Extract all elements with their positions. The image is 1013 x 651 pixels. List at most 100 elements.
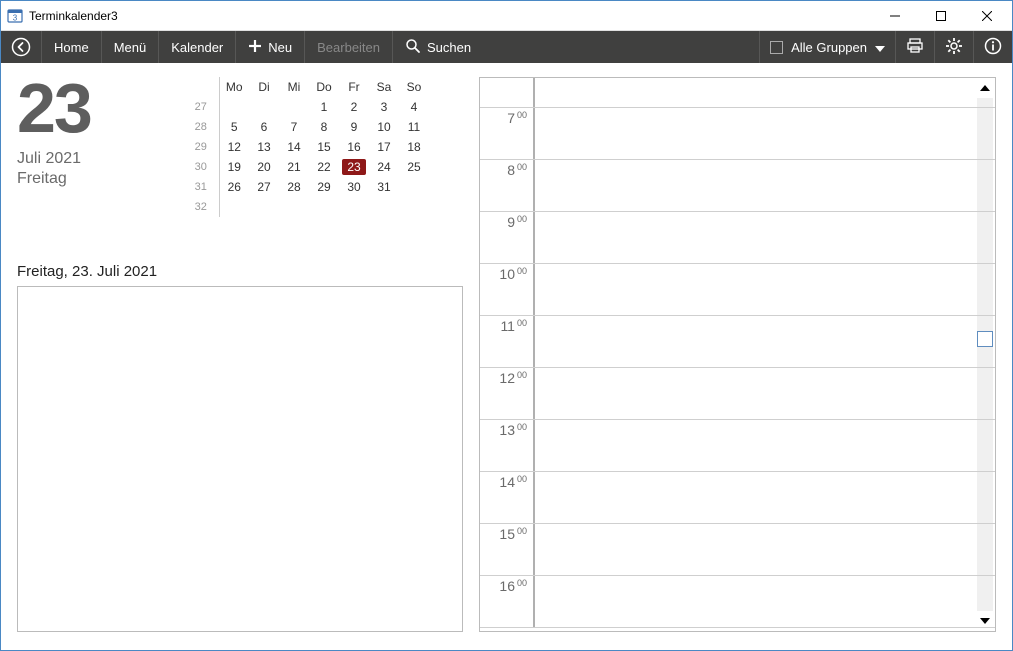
time-row[interactable]: 1200 <box>480 368 995 420</box>
home-button[interactable]: Home <box>42 31 102 63</box>
mini-cal-day[interactable]: 30 <box>339 177 369 197</box>
info-icon <box>984 37 1002 58</box>
mini-cal-day[interactable]: 16 <box>339 137 369 157</box>
print-button[interactable] <box>895 31 934 63</box>
mini-cal-day[interactable]: 6 <box>249 117 279 137</box>
mini-cal-week-number: 28 <box>189 117 219 137</box>
mini-cal-dow: Fr <box>339 77 369 97</box>
time-gutter: 1500 <box>480 524 535 575</box>
mini-cal-day[interactable]: 24 <box>369 157 399 177</box>
big-day-number: 23 <box>17 77 177 140</box>
settings-button[interactable] <box>934 31 973 63</box>
mini-cal-day[interactable]: 11 <box>399 117 429 137</box>
mini-cal-day[interactable]: 27 <box>249 177 279 197</box>
time-gutter: 1400 <box>480 472 535 523</box>
day-timeline[interactable]: 7008009001000110012001300140015001600 <box>479 77 996 632</box>
calendar-label: Kalender <box>171 40 223 55</box>
time-row[interactable]: 1000 <box>480 264 995 316</box>
mini-cal-day[interactable]: 23 <box>339 157 369 177</box>
mini-cal-day[interactable]: 15 <box>309 137 339 157</box>
calendar-button[interactable]: Kalender <box>159 31 236 63</box>
mini-cal-day[interactable]: 13 <box>249 137 279 157</box>
mini-cal-day[interactable] <box>399 177 429 197</box>
time-gutter: 1000 <box>480 264 535 315</box>
time-row[interactable]: 1500 <box>480 524 995 576</box>
svg-text:3: 3 <box>13 13 18 22</box>
time-row[interactable]: 1600 <box>480 576 995 628</box>
mini-cal-week-number: 31 <box>189 177 219 197</box>
mini-cal-day[interactable] <box>249 97 279 117</box>
menu-button[interactable]: Menü <box>102 31 160 63</box>
mini-cal-day[interactable]: 31 <box>369 177 399 197</box>
minimize-button[interactable] <box>872 1 918 31</box>
mini-cal-day[interactable]: 28 <box>279 177 309 197</box>
date-block: 23 Juli 2021 Freitag <box>17 77 177 217</box>
mini-cal-day[interactable]: 21 <box>279 157 309 177</box>
mini-cal-day[interactable] <box>369 197 399 217</box>
mini-cal-week-number: 30 <box>189 157 219 177</box>
mini-cal-day[interactable]: 18 <box>399 137 429 157</box>
time-row[interactable]: 800 <box>480 160 995 212</box>
window-title: Terminkalender3 <box>29 9 118 23</box>
left-pane: 23 Juli 2021 Freitag MoDiMiDoFrSaSo27123… <box>17 77 463 632</box>
time-gutter: 800 <box>480 160 535 211</box>
mini-calendar[interactable]: MoDiMiDoFrSaSo27123428567891011291213141… <box>189 77 429 217</box>
mini-cal-day[interactable]: 7 <box>279 117 309 137</box>
mini-cal-day[interactable]: 10 <box>369 117 399 137</box>
app-icon: 3 <box>7 8 23 24</box>
groups-label: Alle Gruppen <box>791 40 867 55</box>
maximize-button[interactable] <box>918 1 964 31</box>
mini-cal-day[interactable]: 12 <box>219 137 249 157</box>
info-button[interactable] <box>973 31 1012 63</box>
mini-cal-day[interactable] <box>279 97 309 117</box>
time-row[interactable]: 1400 <box>480 472 995 524</box>
mini-cal-day[interactable] <box>279 197 309 217</box>
chevron-down-icon <box>875 40 885 55</box>
mini-cal-day[interactable] <box>219 97 249 117</box>
mini-cal-day[interactable] <box>339 197 369 217</box>
mini-cal-day[interactable]: 5 <box>219 117 249 137</box>
notes-area[interactable] <box>17 286 463 632</box>
mini-cal-day[interactable]: 1 <box>309 97 339 117</box>
time-gutter: 700 <box>480 108 535 159</box>
mini-cal-day[interactable]: 3 <box>369 97 399 117</box>
mini-cal-day[interactable] <box>249 197 279 217</box>
time-gutter: 1200 <box>480 368 535 419</box>
mini-cal-day[interactable]: 4 <box>399 97 429 117</box>
time-gutter: 1100 <box>480 316 535 367</box>
toolbar: Home Menü Kalender Neu Bearbeiten Suchen… <box>1 31 1012 63</box>
time-gutter: 1600 <box>480 576 535 627</box>
mini-cal-dow: Di <box>249 77 279 97</box>
mini-cal-day[interactable]: 20 <box>249 157 279 177</box>
time-gutter: 900 <box>480 212 535 263</box>
mini-cal-day[interactable]: 19 <box>219 157 249 177</box>
groups-dropdown[interactable]: Alle Gruppen <box>759 31 895 63</box>
mini-cal-day[interactable]: 2 <box>339 97 369 117</box>
mini-cal-day[interactable]: 25 <box>399 157 429 177</box>
plus-icon <box>248 39 262 56</box>
back-button[interactable] <box>1 31 42 63</box>
mini-cal-day[interactable]: 8 <box>309 117 339 137</box>
mini-cal-day[interactable]: 29 <box>309 177 339 197</box>
mini-cal-day[interactable]: 22 <box>309 157 339 177</box>
print-icon <box>906 37 924 58</box>
month-year: Juli 2021 <box>17 150 177 168</box>
checkbox-icon <box>770 41 783 54</box>
mini-cal-day[interactable] <box>399 197 429 217</box>
mini-cal-week-number: 29 <box>189 137 219 157</box>
time-row[interactable]: 1300 <box>480 420 995 472</box>
mini-cal-day[interactable]: 9 <box>339 117 369 137</box>
weekday: Freitag <box>17 170 177 188</box>
search-button[interactable]: Suchen <box>393 31 483 63</box>
mini-cal-day[interactable] <box>309 197 339 217</box>
mini-cal-day[interactable]: 14 <box>279 137 309 157</box>
new-button[interactable]: Neu <box>236 31 305 63</box>
close-button[interactable] <box>964 1 1010 31</box>
time-row[interactable]: 900 <box>480 212 995 264</box>
mini-cal-day[interactable]: 26 <box>219 177 249 197</box>
time-row[interactable]: 1100 <box>480 316 995 368</box>
day-heading: Freitag, 23. Juli 2021 <box>17 263 463 280</box>
mini-cal-day[interactable] <box>219 197 249 217</box>
time-row[interactable]: 700 <box>480 108 995 160</box>
mini-cal-day[interactable]: 17 <box>369 137 399 157</box>
